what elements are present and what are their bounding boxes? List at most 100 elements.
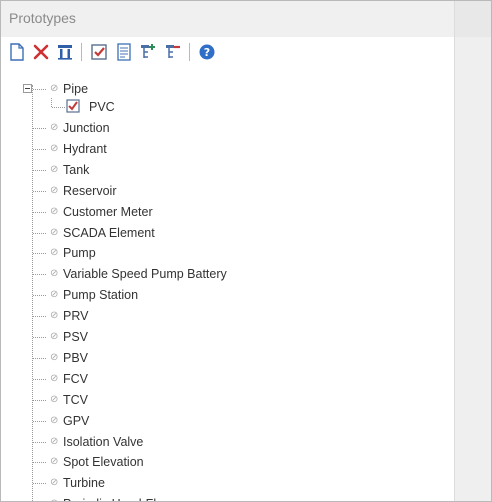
panel-title: Prototypes bbox=[9, 10, 76, 26]
tree-connector bbox=[33, 462, 46, 464]
tree-node-label: SCADA Element bbox=[63, 225, 155, 240]
tree-node-label: Spot Elevation bbox=[63, 455, 144, 470]
tree-connector bbox=[33, 337, 46, 338]
checkbox-icon[interactable] bbox=[89, 42, 109, 62]
tree-node-pipe[interactable]: ⊘ Pipe bbox=[1, 79, 453, 99]
tree-node[interactable]: ⊘ Spot Elevation bbox=[1, 452, 453, 472]
prototype-node-icon: ⊘ bbox=[50, 414, 59, 426]
tree-node-label: Reservoir bbox=[63, 183, 117, 198]
tree-node[interactable]: ⊘ FCV bbox=[1, 369, 453, 389]
tree-node-label: Isolation Valve bbox=[63, 434, 144, 449]
tree-node[interactable]: ⊘ Tank bbox=[1, 160, 453, 180]
tree-node[interactable]: ⊘ PBV bbox=[1, 348, 453, 368]
tree-node-label: Hydrant bbox=[63, 141, 107, 156]
tree-connector bbox=[33, 128, 46, 129]
tree-node[interactable]: ⊘ Turbine bbox=[1, 473, 453, 493]
panel-title-bar: Prototypes bbox=[1, 1, 491, 37]
child-connector bbox=[52, 107, 65, 108]
prototype-node-icon: ⊘ bbox=[50, 268, 59, 280]
tree-node-label: Tank bbox=[63, 162, 90, 177]
prototype-node-icon: ⊘ bbox=[50, 142, 59, 154]
tree-node-label: Turbine bbox=[63, 476, 105, 491]
tree-node[interactable]: ⊘ Junction bbox=[1, 118, 453, 138]
prototype-node-icon: ⊘ bbox=[50, 83, 59, 94]
prototype-node-icon: ⊘ bbox=[50, 351, 59, 363]
tree-node[interactable]: ⊘ Reservoir bbox=[1, 181, 453, 201]
tree-node-label: Variable Speed Pump Battery bbox=[63, 267, 227, 282]
prototype-node-icon: ⊘ bbox=[50, 122, 59, 133]
prototypes-panel: Prototypes ? ⊘ Pipe PVC ⊘ Junction ⊘ Hyd… bbox=[0, 0, 492, 502]
toolbar: ? bbox=[1, 37, 453, 67]
prototype-node-icon: ⊘ bbox=[50, 393, 59, 405]
collapse-toggle[interactable] bbox=[23, 84, 32, 93]
tree-node-label: FCV bbox=[63, 371, 88, 386]
tree-connector bbox=[33, 441, 46, 443]
prototype-node-icon: ⊘ bbox=[50, 163, 59, 175]
tree-node[interactable]: ⊘ Pump bbox=[1, 243, 453, 263]
tree-node-label: Pump bbox=[63, 246, 96, 261]
tree-node[interactable]: ⊘ PRV bbox=[1, 306, 453, 326]
tree-node-label: Pump Station bbox=[63, 288, 139, 303]
export-tree-icon[interactable] bbox=[163, 42, 183, 62]
prototype-node-icon: ⊘ bbox=[50, 498, 58, 501]
tree-node-label: PBV bbox=[63, 350, 89, 365]
tree-connector bbox=[33, 295, 46, 297]
svg-text:?: ? bbox=[204, 46, 210, 59]
prototype-node-icon: ⊘ bbox=[50, 226, 59, 238]
import-tree-icon[interactable] bbox=[138, 42, 158, 62]
delete-x-icon[interactable] bbox=[31, 42, 51, 62]
tree-node[interactable]: ⊘ PSV bbox=[1, 327, 453, 347]
prototype-node-icon: ⊘ bbox=[50, 310, 59, 322]
tree-connector bbox=[33, 357, 46, 359]
tree-connector bbox=[33, 211, 46, 213]
tree-node-pvc[interactable]: PVC bbox=[89, 99, 115, 115]
new-document-icon[interactable] bbox=[7, 42, 27, 62]
prototype-node-icon: ⊘ bbox=[50, 435, 59, 447]
prototype-node-icon: ⊘ bbox=[50, 456, 59, 468]
child-connector-line bbox=[51, 98, 52, 107]
tree-node[interactable]: ⊘ Variable Speed Pump Battery bbox=[1, 264, 453, 284]
tree-connector bbox=[33, 169, 46, 171]
tree-connector bbox=[33, 483, 46, 485]
tree-node[interactable]: ⊘ SCADA Element bbox=[1, 223, 453, 243]
tree-node[interactable]: ⊘ Hydrant bbox=[1, 139, 453, 159]
tree-node-label: GPV bbox=[63, 413, 90, 428]
prototype-node-icon: ⊘ bbox=[50, 372, 59, 384]
tree-node-label: PRV bbox=[63, 309, 89, 324]
panel-side-strip-header bbox=[455, 1, 491, 37]
tree-node[interactable]: ⊘ Customer Meter bbox=[1, 202, 453, 222]
tree-node[interactable]: ⊘ Isolation Valve bbox=[1, 432, 453, 452]
prototype-node-icon: ⊘ bbox=[50, 184, 59, 196]
tree-connector bbox=[33, 316, 46, 318]
tree-node-label: Pipe bbox=[63, 82, 89, 96]
tree-connector bbox=[33, 274, 46, 276]
tree-connector bbox=[33, 190, 46, 192]
tree-connector bbox=[33, 232, 46, 234]
prototype-node-icon: ⊘ bbox=[50, 477, 59, 489]
tree-connector bbox=[33, 399, 46, 401]
prototype-node-icon: ⊘ bbox=[50, 331, 59, 342]
rename-icon[interactable] bbox=[55, 42, 75, 62]
tree-node-label: TCV bbox=[63, 392, 88, 407]
panel-side-strip bbox=[454, 1, 491, 501]
tree-node[interactable]: ⊘ Periodic Head-Flow bbox=[1, 494, 453, 501]
prototype-node-icon: ⊘ bbox=[50, 289, 59, 301]
tree-node-label: Periodic Head-Flow bbox=[63, 496, 172, 501]
tree-connector bbox=[33, 253, 46, 255]
tree-connector bbox=[33, 378, 46, 380]
tree-node[interactable]: ⊘ TCV bbox=[1, 390, 453, 410]
tree-node-label: Junction bbox=[63, 121, 110, 135]
report-icon[interactable] bbox=[114, 42, 134, 62]
tree-node[interactable]: ⊘ GPV bbox=[1, 411, 453, 431]
help-icon[interactable]: ? bbox=[197, 42, 217, 62]
tree-connector bbox=[33, 420, 46, 422]
toolbar-separator bbox=[81, 43, 82, 61]
tree-node-label: Customer Meter bbox=[63, 204, 153, 219]
tree-node[interactable]: ⊘ Pump Station bbox=[1, 285, 453, 305]
tree-connector bbox=[33, 89, 46, 90]
tree-node-label: PSV bbox=[63, 330, 89, 344]
prototype-node-icon: ⊘ bbox=[50, 205, 59, 217]
default-checkbox-icon[interactable] bbox=[66, 99, 80, 113]
toolbar-separator bbox=[189, 43, 190, 61]
tree-connector bbox=[33, 148, 46, 150]
